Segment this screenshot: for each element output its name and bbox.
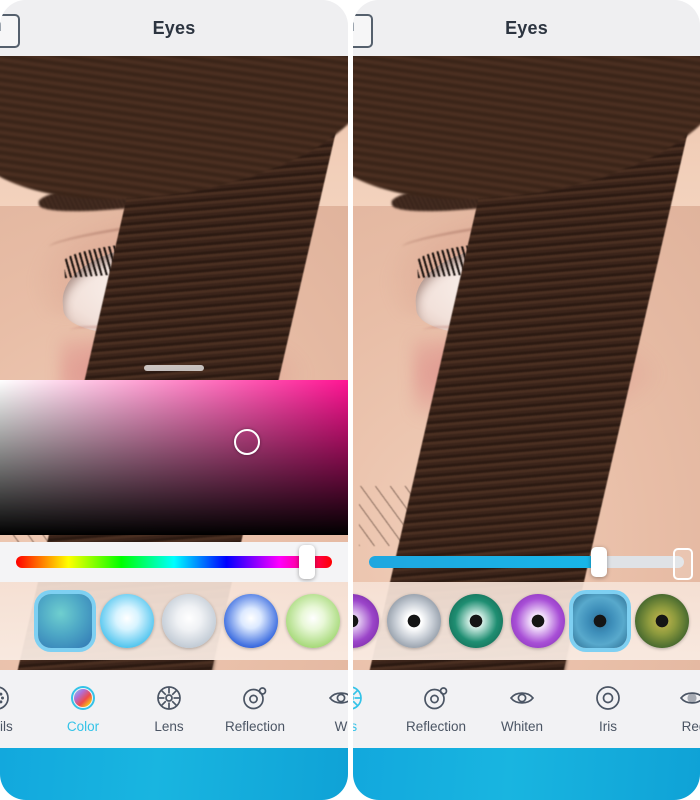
- swatch-iris-purple[interactable]: [511, 594, 565, 648]
- slider-fill: [369, 556, 599, 568]
- slider-thumb[interactable]: [298, 545, 315, 579]
- whiten-icon: [508, 684, 536, 712]
- slider-row: [353, 542, 700, 582]
- tool-reflection[interactable]: Reflection: [393, 670, 479, 748]
- back-arrow-icon[interactable]: [353, 14, 373, 48]
- slider-thumb[interactable]: [590, 547, 607, 577]
- tool-label: Reflection: [224, 719, 286, 734]
- swatch-lens-green[interactable]: [286, 594, 340, 648]
- details-icon: [0, 684, 11, 712]
- swatch-iris-olive[interactable]: [635, 594, 689, 648]
- tool-label: W: [334, 719, 348, 734]
- swatch-lens-teal[interactable]: [38, 594, 92, 648]
- navbar: Eyes: [0, 0, 348, 56]
- picker-drag-handle[interactable]: [144, 365, 204, 371]
- phone-panel-right: Eyes ns Reflection Whiten: [353, 0, 700, 800]
- slider-row: [0, 542, 348, 582]
- page-title: Eyes: [152, 17, 196, 38]
- tool-label: Red: [681, 719, 700, 734]
- color-icon: [69, 684, 97, 712]
- swatch-iris-teal[interactable]: [449, 594, 503, 648]
- back-arrow-icon[interactable]: [0, 14, 20, 48]
- tool-iris[interactable]: Iris: [565, 670, 651, 748]
- phone-panel-left: Eyes etails Color: [0, 0, 348, 800]
- swatch-lens-cyan[interactable]: [100, 594, 154, 648]
- bottom-accent-bar: [353, 748, 700, 800]
- reflection-icon: [422, 684, 450, 712]
- hue-slider[interactable]: [16, 545, 332, 579]
- tool-red-eye[interactable]: Red: [651, 670, 700, 748]
- navbar: Eyes: [353, 0, 700, 56]
- tool-label: ns: [353, 719, 358, 734]
- screenshot-stage: Eyes etails Color: [0, 0, 700, 800]
- intensity-slider[interactable]: [369, 547, 693, 580]
- iris-icon: [594, 684, 622, 712]
- tool-label: Reflection: [405, 719, 467, 734]
- tool-label: Color: [66, 719, 100, 734]
- saturation-value-picker[interactable]: [0, 380, 348, 535]
- clipped-edge-control[interactable]: [673, 548, 693, 580]
- reflection-icon: [241, 684, 269, 712]
- bottom-accent-bar: [0, 748, 348, 800]
- tool-label: Whiten: [500, 719, 544, 734]
- swatch-iris-violet[interactable]: [353, 594, 379, 648]
- tool-whiten[interactable]: W: [298, 670, 348, 748]
- tool-toolbar[interactable]: etails Color Lens Reflection W: [0, 670, 348, 748]
- tool-lens[interactable]: ns: [353, 670, 393, 748]
- tool-details[interactable]: etails: [0, 670, 40, 748]
- swatch-iris-gray[interactable]: [387, 594, 441, 648]
- lens-icon: [155, 684, 183, 712]
- tool-toolbar[interactable]: ns Reflection Whiten Iris Red: [353, 670, 700, 748]
- tool-whiten[interactable]: Whiten: [479, 670, 565, 748]
- tool-color[interactable]: Color: [40, 670, 126, 748]
- page-title: Eyes: [505, 17, 548, 38]
- color-picker-cursor[interactable]: [234, 429, 261, 455]
- tool-label: Lens: [154, 719, 184, 734]
- lens-icon: [353, 684, 364, 712]
- red-eye-icon: [680, 684, 700, 712]
- tool-label: Iris: [599, 719, 617, 734]
- tool-lens[interactable]: Lens: [126, 670, 212, 748]
- whiten-icon: [327, 684, 348, 712]
- tool-label: etails: [0, 719, 13, 734]
- swatch-strip[interactable]: [353, 582, 700, 660]
- swatch-lens-silver[interactable]: [162, 594, 216, 648]
- swatch-iris-blue[interactable]: [573, 594, 627, 648]
- swatch-strip[interactable]: [0, 582, 348, 660]
- swatch-lens-blue[interactable]: [224, 594, 278, 648]
- tool-reflection[interactable]: Reflection: [212, 670, 298, 748]
